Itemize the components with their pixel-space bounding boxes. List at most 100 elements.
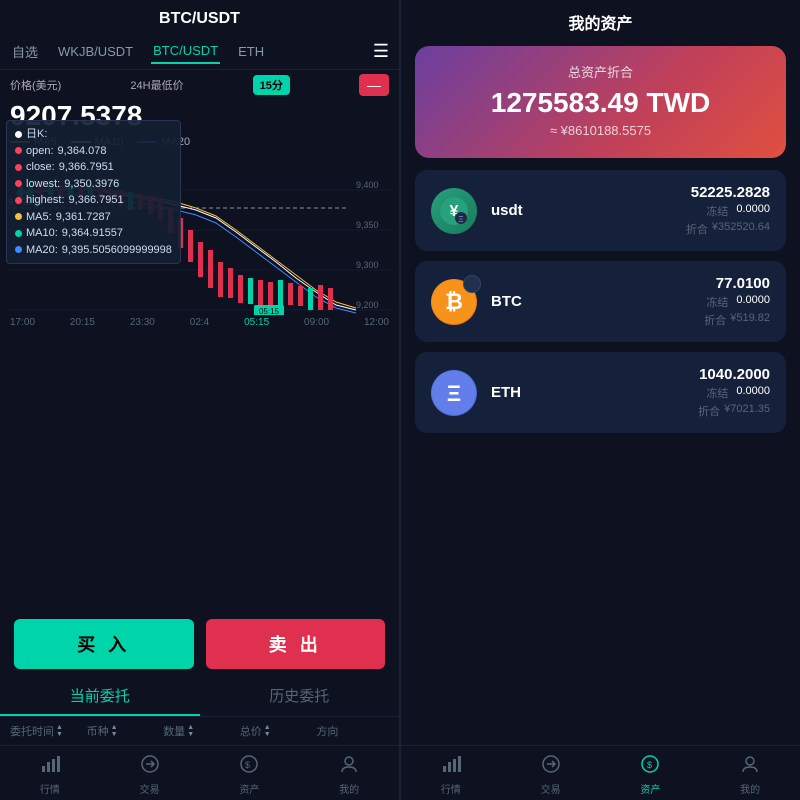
time-2015: 20:15 [70,317,95,328]
hamburger-menu-icon[interactable]: ☰ [373,41,389,62]
tab-wkjb[interactable]: WKJB/USDT [56,40,135,63]
asset-total-twd: 1275583.49 TWD [435,87,766,119]
time-0900: 09:00 [304,317,329,328]
svg-text:05:15: 05:15 [259,307,280,315]
btc-equiv-label: 折合 [704,312,726,328]
time-024: 02:4 [190,317,209,328]
action-buttons: 买 入 卖 出 [0,611,399,677]
col-direction: 方向 [316,723,389,739]
nav-item-trade-left[interactable]: 交易 [100,754,200,796]
tooltip-highest-label: highest: [26,192,65,209]
nav-tabs: 自选 WKJB/USDT BTC/USDT ETH ☰ [0,34,399,70]
price-24h-label: 24H最低价 [130,77,183,93]
tab-history-orders[interactable]: 历史委托 [200,677,400,716]
coin-amount-usdt: 52225.2828 [551,184,770,201]
nav-item-market-left[interactable]: 行情 [0,754,100,796]
tooltip-day-label: 日K: [26,126,47,143]
dot-dayk [15,131,22,138]
coin-details-btc: 77.0100 冻结 0.0000 折合 ¥519.82 [551,275,770,328]
trade-icon-right [541,754,561,779]
market-icon [40,754,60,779]
dot-open [15,147,22,154]
nav-item-trade-right[interactable]: 交易 [501,754,601,796]
svg-text:9,350: 9,350 [356,220,379,230]
tab-zixuan[interactable]: 自选 [10,38,40,65]
chart-top-bar: 价格(美元) 24H最低价 15分 — [0,70,399,100]
minus-badge[interactable]: — [359,74,389,96]
svg-text:9,300: 9,300 [356,260,379,270]
nav-item-assets-right[interactable]: $ 资产 [601,754,701,796]
nav-item-profile-left[interactable]: 我的 [299,754,399,796]
sort-arrows-qty: ▲▼ [187,724,194,738]
usdt-frozen-label: 冻结 [706,203,728,219]
market-icon-right [441,754,461,779]
time-0515: 05:15 [244,317,269,328]
coin-amount-eth: 1040.2000 [551,366,770,383]
asset-summary-card: 总资产折合 1275583.49 TWD ≈ ¥8610188.5575 [415,46,786,158]
dot-close [15,164,22,171]
tooltip-open-value: 9,364.078 [58,143,107,160]
nav-label-market-right: 行情 [441,781,461,796]
tab-btcusdt[interactable]: BTC/USDT [151,39,220,64]
tooltip-ma10-value: 9,364.91557 [62,225,123,242]
nav-label-profile-left: 我的 [339,781,359,796]
assets-icon-right: $ [640,754,660,779]
asset-card-btc: ₿ BTC 77.0100 冻结 0.0000 折合 ¥519.82 [415,261,786,342]
order-table-header: 委托时间 ▲▼ 币种 ▲▼ 数量 ▲▼ 总价 ▲▼ 方向 [0,717,399,745]
asset-summary-title: 总资产折合 [435,62,766,81]
dot-ma10 [15,230,22,237]
svg-text:₿: ₿ [445,289,463,314]
tooltip-open-label: open: [26,143,54,160]
col-total: 总价 ▲▼ [240,723,313,739]
eth-equiv-value: ¥7021.35 [724,403,770,419]
coin-details-eth: 1040.2000 冻结 0.0000 折合 ¥7021.35 [551,366,770,419]
sell-button[interactable]: 卖 出 [206,619,386,669]
right-header: 我的资产 [401,0,800,34]
col-time: 委托时间 ▲▼ [10,723,83,739]
coin-amount-btc: 77.0100 [551,275,770,292]
coin-name-eth: ETH [491,384,541,401]
price-label: 价格(美元) [10,77,61,93]
coin-name-btc: BTC [491,293,541,310]
tooltip-close-value: 9,366.7951 [59,159,114,176]
buy-button[interactable]: 买 入 [14,619,194,669]
dot-highest [15,197,22,204]
time-1700: 17:00 [10,317,35,328]
time-1200: 12:00 [364,317,389,328]
tab-eth[interactable]: ETH [236,40,266,63]
time-2330: 23:30 [130,317,155,328]
nav-item-assets-left[interactable]: $ 资产 [200,754,300,796]
profile-icon-right [740,754,760,779]
nav-label-trade-left: 交易 [140,781,160,796]
tooltip-ma5-value: 9,361.7287 [56,209,111,226]
dot-ma20 [15,246,22,253]
tooltip-ma20-value: 9,395.5056099999998 [62,242,172,259]
coin-icon-btc: ₿ [431,279,477,325]
time-badge[interactable]: 15分 [253,75,290,95]
nav-item-profile-right[interactable]: 我的 [700,754,800,796]
nav-item-market-right[interactable]: 行情 [401,754,501,796]
right-panel: 我的资产 总资产折合 1275583.49 TWD ≈ ¥8610188.557… [401,0,800,800]
sort-arrows-symbol: ▲▼ [111,724,118,738]
eth-frozen-value: 0.0000 [736,385,770,401]
dot-lowest [15,180,22,187]
btc-equiv-value: ¥519.82 [730,312,770,328]
btc-circle-overlay [463,275,481,293]
eth-frozen-label: 冻结 [706,385,728,401]
svg-text:Ξ: Ξ [458,215,463,224]
tooltip-lowest-label: lowest: [26,176,60,193]
tab-current-orders[interactable]: 当前委托 [0,677,200,716]
coin-details-usdt: 52225.2828 冻结 0.0000 折合 ¥352520.64 [551,184,770,237]
eth-equiv-label: 折合 [698,403,720,419]
tooltip-lowest-value: 9,350.3976 [64,176,119,193]
coin-icon-usdt: ¥ Ξ [431,188,477,234]
usdt-equiv-value: ¥352520.64 [712,221,770,237]
profile-icon-left [339,754,359,779]
svg-text:Ξ: Ξ [447,381,461,406]
sort-arrows-time: ▲▼ [56,724,63,738]
asset-card-usdt: ¥ Ξ usdt 52225.2828 冻结 0.0000 折合 ¥352 [415,170,786,251]
tooltip-highest-value: 9,366.7951 [69,192,124,209]
tooltip-ma10-label: MA10: [26,225,58,242]
tooltip-ma20-label: MA20: [26,242,58,259]
svg-text:$: $ [245,760,250,770]
